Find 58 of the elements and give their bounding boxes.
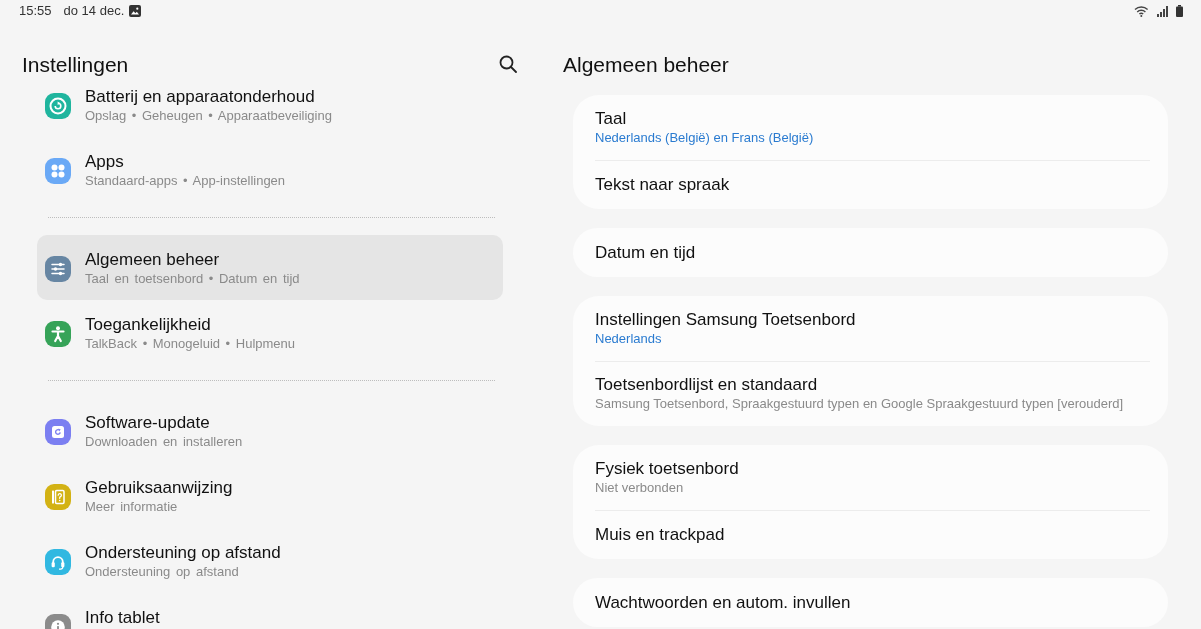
grid-dots-icon [45, 158, 71, 184]
signal-icon [1157, 5, 1168, 17]
page-title: Algemeen beheer [563, 52, 730, 77]
battery-icon [1176, 5, 1183, 17]
refresh-icon [45, 419, 71, 445]
row-title: Muis en trackpad [595, 525, 726, 545]
item-subtitle: Downloaden en installeren [85, 433, 243, 451]
settings-row[interactable]: Wachtwoorden en autom. invullen [595, 578, 1150, 627]
row-title: Instellingen Samsung Toetsenbord [595, 309, 857, 330]
settings-row[interactable]: Muis en trackpad [595, 510, 1150, 559]
search-icon [499, 55, 517, 73]
row-title: Taal [595, 108, 628, 129]
book-icon [45, 484, 71, 510]
item-title: Info tablet [85, 608, 160, 628]
row-title: Tekst naar spraak [595, 175, 731, 195]
sliders-icon [45, 256, 71, 282]
person-icon [45, 321, 71, 347]
settings-item[interactable]: Algemeen beheer Taal en toetsenbord • Datum en tijd [37, 235, 503, 300]
settings-row[interactable]: Fysiek toetsenbord Niet verbonden [595, 445, 1150, 510]
item-title: Software-update [85, 413, 211, 433]
settings-row[interactable]: Datum en tijd [595, 228, 1150, 277]
row-title: Fysiek toetsenbord [595, 458, 740, 479]
settings-item[interactable]: Info tablet [37, 593, 503, 629]
settings-item[interactable]: Batterij en apparaatonderhoud Opslag • Geheugen • Apparaatbeveiliging [37, 84, 503, 137]
row-subtitle: Nederlands (België) en Frans (België) [595, 128, 815, 147]
row-subtitle: Niet verbonden [595, 478, 685, 497]
row-subtitle: Samsung Toetsenbord, Spraakgestuurd typen en Google Spraakgestuurd typen [verouderd] [595, 395, 1125, 413]
settings-item[interactable]: Toegankelijkheid TalkBack • Monogeluid • Hulpmenu [37, 300, 503, 365]
item-subtitle: Opslag • Geheugen • Apparaatbeveiliging [85, 106, 332, 125]
settings-row[interactable]: Instellingen Samsung Toetsenbord Nederlands [595, 296, 1150, 361]
settings-row[interactable]: Taal Nederlands (België) en Frans (België) [595, 95, 1150, 160]
item-title: Gebruiksaanwijzing [85, 478, 233, 498]
item-subtitle: Meer informatie [85, 498, 179, 516]
row-title: Toetsenbordlijst en standaard [595, 375, 819, 395]
item-title: Ondersteuning op afstand [85, 543, 281, 563]
settings-item[interactable]: Gebruiksaanwijzing Meer informatie [37, 463, 503, 528]
item-title: Batterij en apparaatonderhoud [85, 86, 316, 107]
status-date: do 14 dec. [63, 2, 125, 21]
row-subtitle: Nederlands [595, 329, 663, 348]
item-subtitle: Taal en toetsenbord • Datum en tijd [85, 270, 300, 288]
settings-row[interactable]: Tekst naar spraak [595, 160, 1150, 209]
image-icon [129, 5, 142, 17]
item-subtitle: TalkBack • Monogeluid • Hulpmenu [85, 335, 296, 353]
item-title: Toegankelijkheid [85, 315, 212, 335]
settings-item[interactable]: Apps Standaard-apps • App-instellingen [37, 137, 503, 202]
status-time: 15:55 [19, 2, 52, 21]
item-subtitle: Standaard-apps • App-instellingen [85, 172, 286, 190]
settings-item[interactable]: Ondersteuning op afstand Ondersteuning op afstand [37, 528, 503, 593]
item-subtitle: Ondersteuning op afstand [85, 563, 240, 581]
settings-item[interactable]: Software-update Downloaden en installeren [37, 398, 503, 463]
wifi-icon [1134, 5, 1149, 17]
page-title: Instellingen [22, 52, 129, 77]
settings-row[interactable]: Toetsenbordlijst en standaard Samsung Toetsenbord, Spraakgestuurd typen en Google Spraakgestuurd typen [verouderd] [595, 361, 1150, 426]
item-title: Algemeen beheer [85, 250, 221, 270]
item-title: Apps [85, 152, 125, 172]
headset-icon [45, 549, 71, 575]
row-title: Datum en tijd [595, 242, 697, 263]
row-title: Wachtwoorden en autom. invullen [595, 592, 852, 613]
